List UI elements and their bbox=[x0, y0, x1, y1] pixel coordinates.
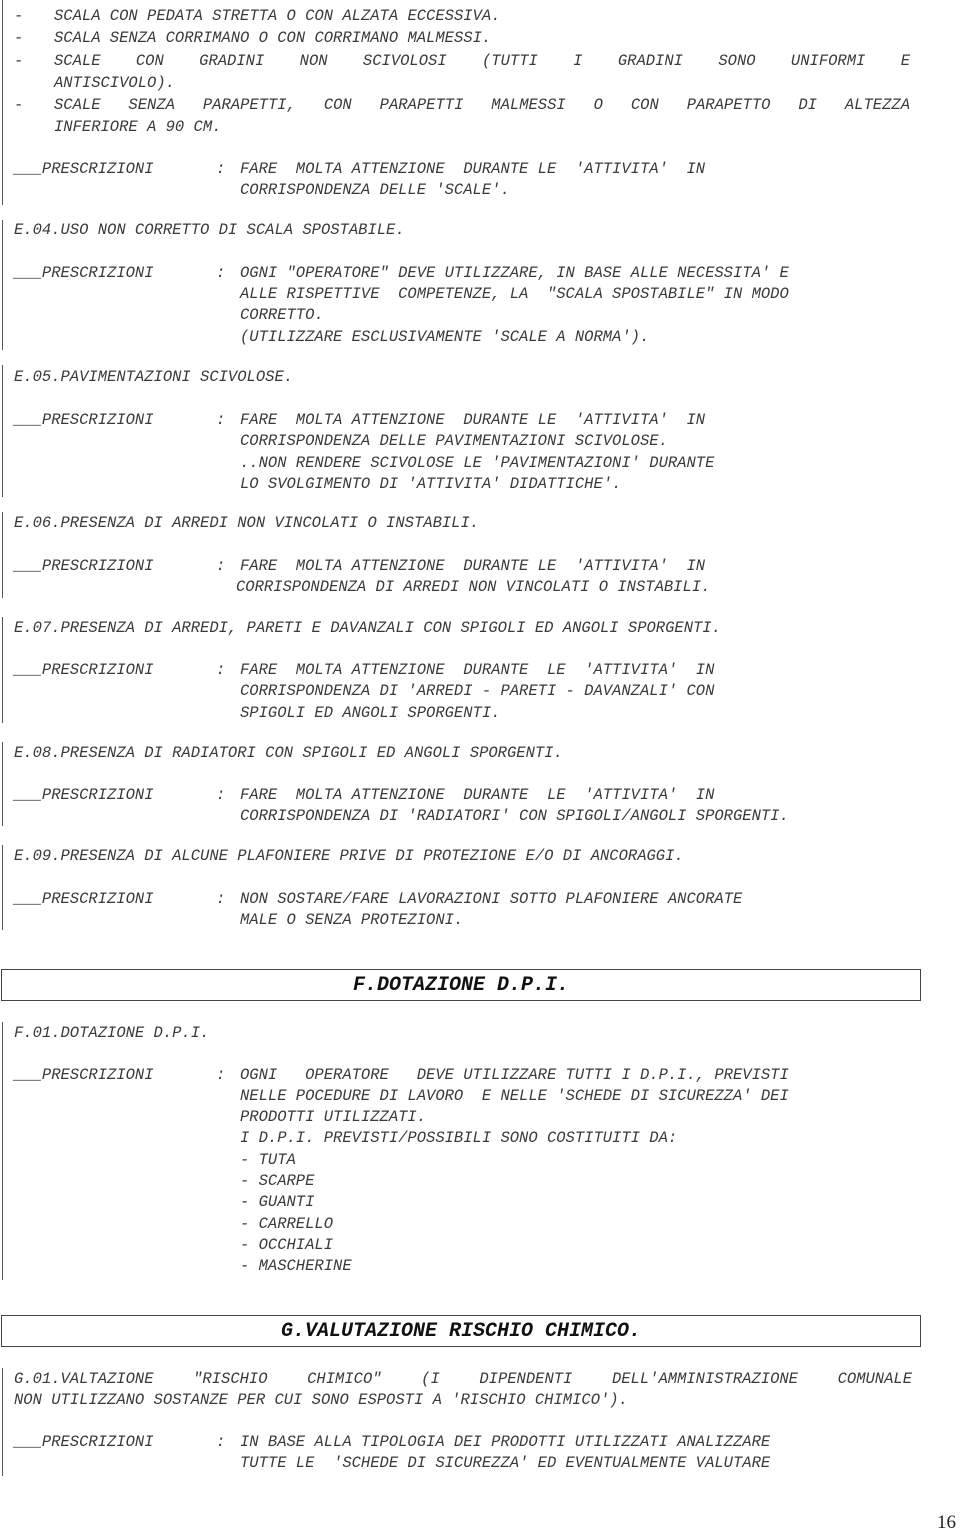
presc-text: LO SVOLGIMENTO DI 'ATTIVITA' DIDATTICHE'… bbox=[240, 475, 622, 493]
presc-text: FARE MOLTA ATTENZIONE DURANTE LE 'ATTIVI… bbox=[240, 661, 715, 679]
margin-bar bbox=[2, 845, 3, 930]
presc-text: ALLE RISPETTIVE COMPETENZE, LA "SCALA SP… bbox=[240, 285, 789, 303]
section-header-g-title: G.VALUTAZIONE RISCHIO CHIMICO. bbox=[280, 1319, 642, 1343]
margin-bar bbox=[2, 220, 3, 350]
bullet-dash: - bbox=[14, 52, 24, 70]
colon: : bbox=[216, 1433, 226, 1451]
margin-bar bbox=[2, 365, 3, 497]
section-title-e08: E.08.PRESENZA DI RADIATORI CON SPIGOLI E… bbox=[14, 744, 563, 762]
presc-text: CORRISPONDENZA DELLE 'SCALE'. bbox=[240, 181, 510, 199]
colon: : bbox=[216, 264, 226, 282]
presc-text: CORRISPONDENZA DI 'RADIATORI' CON SPIGOL… bbox=[240, 807, 789, 825]
dpi-item: - OCCHIALI bbox=[240, 1236, 334, 1254]
section-title-e09: E.09.PRESENZA DI ALCUNE PLAFONIERE PRIVE… bbox=[14, 847, 684, 865]
section-title-e06: E.06.PRESENZA DI ARREDI NON VINCOLATI O … bbox=[14, 514, 480, 532]
bullet-text: SCALA SENZA CORRIMANO O CON CORRIMANO MA… bbox=[54, 29, 492, 47]
presc-text: CORRISPONDENZA DELLE PAVIMENTAZIONI SCIV… bbox=[240, 432, 668, 450]
section-title-e05: E.05.PAVIMENTAZIONI SCIVOLOSE. bbox=[14, 368, 294, 386]
colon: : bbox=[216, 661, 226, 679]
bullet-text-cont: ANTISCIVOLO). bbox=[54, 74, 175, 92]
dpi-item: - CARRELLO bbox=[240, 1215, 334, 1233]
presc-text: CORRETTO. bbox=[240, 306, 324, 324]
colon: : bbox=[216, 786, 226, 804]
bullet-text: SCALE SENZA PARAPETTI, CON PARAPETTI MAL… bbox=[54, 96, 910, 114]
section-header-f: F.DOTAZIONE D.P.I. bbox=[1, 969, 921, 1001]
section-header-f-title: F.DOTAZIONE D.P.I. bbox=[352, 973, 570, 997]
margin-bar bbox=[2, 1368, 3, 1476]
presc-text: NELLE POCEDURE DI LAVORO E NELLE 'SCHEDE… bbox=[240, 1087, 789, 1105]
section-title-g01-cont: NON UTILIZZANO SOSTANZE PER CUI SONO ESP… bbox=[14, 1391, 628, 1409]
section-title-e07: E.07.PRESENZA DI ARREDI, PARETI E DAVANZ… bbox=[14, 619, 721, 637]
bullet-dash: - bbox=[14, 7, 24, 25]
presc-text: FARE MOLTA ATTENZIONE DURANTE LE 'ATTIVI… bbox=[240, 557, 706, 575]
bullet-text-cont: INFERIORE A 90 CM. bbox=[54, 118, 222, 136]
presc-text: FARE MOLTA ATTENZIONE DURANTE LE 'ATTIVI… bbox=[240, 160, 706, 178]
presc-text: NON SOSTARE/FARE LAVORAZIONI SOTTO PLAFO… bbox=[240, 890, 743, 908]
bullet-text: SCALE CON GRADINI NON SCIVOLOSI (TUTTI I… bbox=[54, 52, 910, 70]
presc-text: CORRISPONDENZA DI ARREDI NON VINCOLATI O… bbox=[236, 578, 711, 596]
presc-text: (UTILIZZARE ESCLUSIVAMENTE 'SCALE A NORM… bbox=[240, 328, 650, 346]
presc-text: I D.P.I. PREVISTI/POSSIBILI SONO COSTITU… bbox=[240, 1129, 678, 1147]
section-title-e04: E.04.USO NON CORRETTO DI SCALA SPOSTABIL… bbox=[14, 221, 405, 239]
margin-bar bbox=[2, 742, 3, 826]
section-title-f01: F.01.DOTAZIONE D.P.I. bbox=[14, 1024, 210, 1042]
dpi-item: - GUANTI bbox=[240, 1193, 315, 1211]
presc-text: FARE MOLTA ATTENZIONE DURANTE LE 'ATTIVI… bbox=[240, 411, 706, 429]
dpi-item: - TUTA bbox=[240, 1151, 296, 1169]
bullet-dash: - bbox=[14, 29, 24, 47]
presc-text: OGNI "OPERATORE" DEVE UTILIZZARE, IN BAS… bbox=[240, 264, 789, 282]
presc-text: FARE MOLTA ATTENZIONE DURANTE LE 'ATTIVI… bbox=[240, 786, 715, 804]
prescrizioni-label: ___PRESCRIZIONI bbox=[14, 1066, 154, 1084]
prescrizioni-label: ___PRESCRIZIONI bbox=[14, 1433, 154, 1451]
prescrizioni-label: ___PRESCRIZIONI bbox=[14, 557, 154, 575]
colon: : bbox=[216, 160, 226, 178]
colon: : bbox=[216, 890, 226, 908]
prescrizioni-label: ___PRESCRIZIONI bbox=[14, 786, 154, 804]
prescrizioni-label: ___PRESCRIZIONI bbox=[14, 661, 154, 679]
prescrizioni-label: ___PRESCRIZIONI bbox=[14, 890, 154, 908]
margin-bar bbox=[2, 512, 3, 598]
presc-text: ..NON RENDERE SCIVOLOSE LE 'PAVIMENTAZIO… bbox=[240, 454, 715, 472]
page-number: 16 bbox=[937, 1512, 956, 1533]
presc-text: TUTTE LE 'SCHEDE DI SICUREZZA' ED EVENTU… bbox=[240, 1454, 771, 1472]
presc-text: MALE O SENZA PROTEZIONI. bbox=[240, 911, 464, 929]
dpi-item: - MASCHERINE bbox=[240, 1257, 352, 1275]
bullet-text: SCALA CON PEDATA STRETTA O CON ALZATA EC… bbox=[54, 7, 501, 25]
margin-bar bbox=[2, 0, 3, 205]
colon: : bbox=[216, 411, 226, 429]
colon: : bbox=[216, 1066, 226, 1084]
presc-text: OGNI OPERATORE DEVE UTILIZZARE TUTTI I D… bbox=[240, 1066, 789, 1084]
margin-bar bbox=[2, 1022, 3, 1280]
section-header-g: G.VALUTAZIONE RISCHIO CHIMICO. bbox=[1, 1315, 921, 1347]
presc-text: PRODOTTI UTILIZZATI. bbox=[240, 1108, 427, 1126]
colon: : bbox=[216, 557, 226, 575]
bullet-dash: - bbox=[14, 96, 24, 114]
margin-bar bbox=[2, 617, 3, 723]
prescrizioni-label: ___PRESCRIZIONI bbox=[14, 160, 154, 178]
prescrizioni-label: ___PRESCRIZIONI bbox=[14, 264, 154, 282]
prescrizioni-label: ___PRESCRIZIONI bbox=[14, 411, 154, 429]
presc-text: SPIGOLI ED ANGOLI SPORGENTI. bbox=[240, 704, 501, 722]
presc-text: CORRISPONDENZA DI 'ARREDI - PARETI - DAV… bbox=[240, 682, 715, 700]
section-title-g01: G.01.VALTAZIONE "RISCHIO CHIMICO" (I DIP… bbox=[14, 1370, 912, 1388]
dpi-item: - SCARPE bbox=[240, 1172, 315, 1190]
presc-text: IN BASE ALLA TIPOLOGIA DEI PRODOTTI UTIL… bbox=[240, 1433, 771, 1451]
